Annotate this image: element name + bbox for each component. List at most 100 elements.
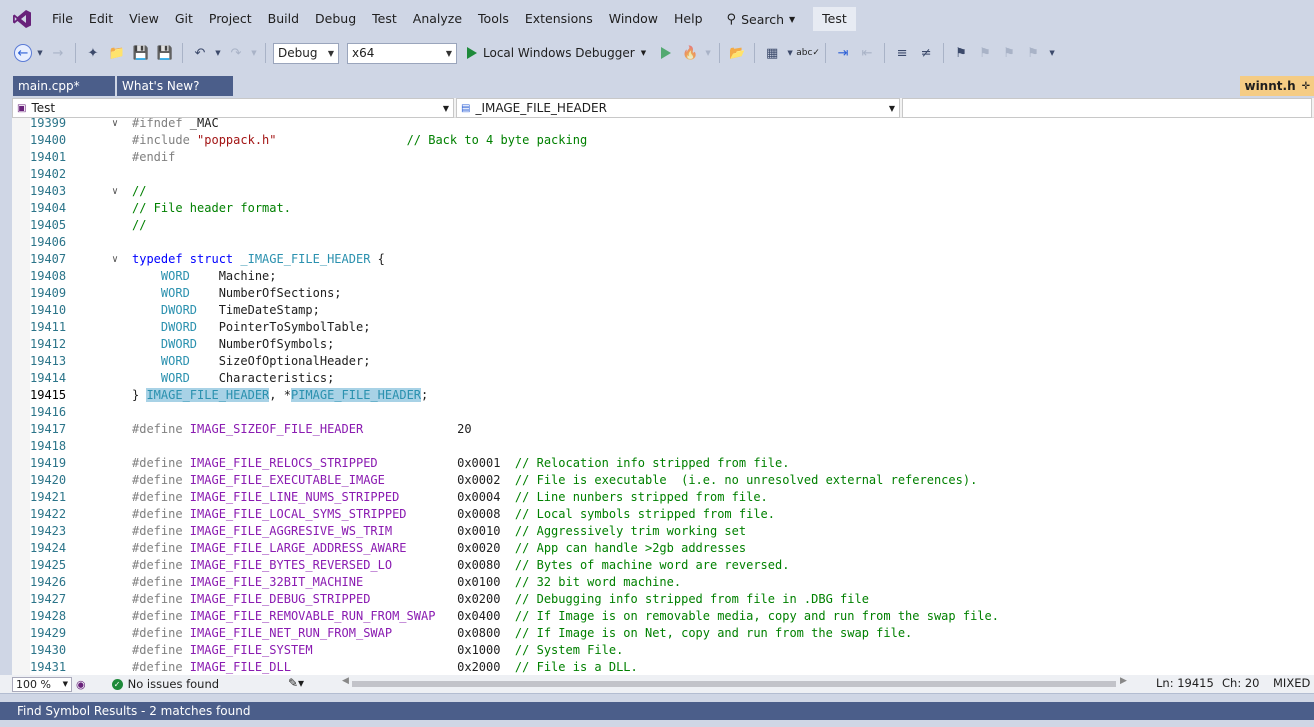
step-into-icon[interactable]: ⇥ <box>833 43 853 63</box>
code-editor[interactable]: 19399 ∨ #ifndef _MAC 19400 #include "poppack… <box>12 118 1314 675</box>
horizontal-scrollbar[interactable]: ◀ ▶ <box>340 676 1130 690</box>
clear-bookmarks-icon[interactable]: ⚑ <box>1023 43 1043 63</box>
next-bookmark-icon[interactable]: ⚑ <box>999 43 1019 63</box>
collapse-icon[interactable]: ∨ <box>112 118 124 132</box>
uncomment-icon[interactable]: ≠ <box>916 43 936 63</box>
code-line[interactable]: 19401 #endif <box>12 149 1314 166</box>
search-button[interactable]: ⚲ Search ▼ <box>719 7 804 31</box>
save-icon[interactable]: 💾 <box>131 43 151 63</box>
menu-tools[interactable]: Tools <box>470 7 517 31</box>
code-line[interactable]: 19410 DWORD TimeDateStamp; <box>12 302 1314 319</box>
code-line[interactable]: 19420 #define IMAGE_FILE_EXECUTABLE_IMAGE… <box>12 472 1314 489</box>
code-line[interactable]: 19402 <box>12 166 1314 183</box>
back-dropdown-icon[interactable]: ▼ <box>36 43 44 63</box>
code-line[interactable]: 19431 #define IMAGE_FILE_DLL 0x2000 // Fi… <box>12 659 1314 675</box>
code-line[interactable]: 19404 // File header format. <box>12 200 1314 217</box>
layout-dropdown-icon[interactable]: ▼ <box>786 43 794 63</box>
tab-whats-new[interactable]: What's New? <box>117 76 233 96</box>
menu-file[interactable]: File <box>44 7 81 31</box>
redo-icon[interactable]: ↷ <box>226 43 246 63</box>
code-line[interactable]: 19412 DWORD NumberOfSymbols; <box>12 336 1314 353</box>
code-line[interactable]: 19409 WORD NumberOfSections; <box>12 285 1314 302</box>
code-line[interactable]: 19418 <box>12 438 1314 455</box>
tab-main-cpp[interactable]: main.cpp* <box>13 76 115 96</box>
collapse-icon[interactable]: ∨ <box>112 183 124 200</box>
menu-edit[interactable]: Edit <box>81 7 121 31</box>
code-line[interactable]: 19413 WORD SizeOfOptionalHeader; <box>12 353 1314 370</box>
code-line[interactable]: 19430 #define IMAGE_FILE_SYSTEM 0x1000 //… <box>12 642 1314 659</box>
undo-icon[interactable]: ↶ <box>190 43 210 63</box>
code-line[interactable]: 19415} IMAGE_FILE_HEADER, *PIMAGE_FILE_H… <box>12 387 1314 404</box>
platform-select[interactable]: x64 ▼ <box>347 42 457 64</box>
menu-test[interactable]: Test <box>364 7 405 31</box>
start-debugging-button[interactable]: Local Windows Debugger ▼ <box>461 42 652 64</box>
undo-dropdown-icon[interactable]: ▼ <box>214 43 222 63</box>
collapse-icon[interactable]: ∨ <box>112 251 124 268</box>
code-line[interactable]: 19417 #define IMAGE_SIZEOF_FILE_HEADER 20 <box>12 421 1314 438</box>
code-line[interactable]: 19426 #define IMAGE_FILE_32BIT_MACHINE 0x… <box>12 574 1314 591</box>
code-line[interactable]: 19422 #define IMAGE_FILE_LOCAL_SYMS_STRIP… <box>12 506 1314 523</box>
menu-window[interactable]: Window <box>601 7 666 31</box>
code-line[interactable]: 19406 <box>12 234 1314 251</box>
hot-reload-dropdown-icon[interactable]: ▼ <box>704 43 712 63</box>
line-endings[interactable]: MIXED <box>1273 676 1310 690</box>
menu-help[interactable]: Help <box>666 7 711 31</box>
member-dropdown[interactable] <box>902 98 1312 118</box>
issues-indicator[interactable]: ✓ No issues found <box>111 677 219 691</box>
code-line[interactable]: 19407 ∨ typedef struct _IMAGE_FILE_HEADER … <box>12 251 1314 268</box>
code-line[interactable]: 19428 #define IMAGE_FILE_REMOVABLE_RUN_FR… <box>12 608 1314 625</box>
browse-icon[interactable]: 📂 <box>727 43 747 63</box>
redo-dropdown-icon[interactable]: ▼ <box>250 43 258 63</box>
prev-bookmark-icon[interactable]: ⚑ <box>975 43 995 63</box>
code-line[interactable]: 19403 ∨ // <box>12 183 1314 200</box>
window-layout-icon[interactable]: ▦ <box>762 43 782 63</box>
scrollbar-thumb[interactable] <box>352 681 1116 687</box>
code-line[interactable]: 19429 #define IMAGE_FILE_NET_RUN_FROM_SWA… <box>12 625 1314 642</box>
symbol-dropdown[interactable]: ▤ _IMAGE_FILE_HEADER ▼ <box>456 98 900 118</box>
menu-build[interactable]: Build <box>260 7 307 31</box>
code-line[interactable]: 19399 ∨ #ifndef _MAC <box>12 118 1314 132</box>
code-line[interactable]: 19416 <box>12 404 1314 421</box>
pin-icon[interactable]: ✛ <box>1302 81 1310 92</box>
scroll-right-icon[interactable]: ▶ <box>1120 676 1127 686</box>
menu-view[interactable]: View <box>121 7 167 31</box>
code-line[interactable]: 19405 // <box>12 217 1314 234</box>
hot-reload-icon[interactable]: 🔥 <box>680 43 700 63</box>
new-project-icon[interactable]: ✦ <box>83 43 103 63</box>
code-line[interactable]: 19421 #define IMAGE_FILE_LINE_NUMS_STRIPP… <box>12 489 1314 506</box>
cleanup-icon[interactable]: ✎▾ <box>288 676 304 690</box>
code-line[interactable]: 19419 #define IMAGE_FILE_RELOCS_STRIPPED … <box>12 455 1314 472</box>
menu-analyze[interactable]: Analyze <box>405 7 470 31</box>
save-all-icon[interactable]: 💾 <box>155 43 175 63</box>
column-number[interactable]: Ch: 20 <box>1222 676 1259 690</box>
open-folder-icon[interactable]: 📁 <box>107 43 127 63</box>
visual-studio-logo-icon[interactable] <box>0 0 44 38</box>
line-number[interactable]: Ln: 19415 <box>1156 676 1214 690</box>
scroll-left-icon[interactable]: ◀ <box>342 676 349 686</box>
code-line[interactable]: 19400 #include "poppack.h" // Back to 4 b… <box>12 132 1314 149</box>
zoom-select[interactable]: 100 % ▼ <box>12 676 72 692</box>
back-icon[interactable]: ← <box>14 44 32 62</box>
code-line[interactable]: 19408 WORD Machine; <box>12 268 1314 285</box>
menu-extensions[interactable]: Extensions <box>517 7 601 31</box>
comment-icon[interactable]: ≡ <box>892 43 912 63</box>
menu-git[interactable]: Git <box>167 7 201 31</box>
forward-icon[interactable]: → <box>48 43 68 63</box>
code-line[interactable]: 19423 #define IMAGE_FILE_AGGRESIVE_WS_TRI… <box>12 523 1314 540</box>
tab-winnt-h[interactable]: winnt.h ✛ <box>1240 76 1314 96</box>
start-without-debugging-icon[interactable] <box>656 43 676 63</box>
find-symbol-results-tab[interactable]: Find Symbol Results - 2 matches found <box>0 702 1314 720</box>
step-over-icon[interactable]: ⇤ <box>857 43 877 63</box>
code-line[interactable]: 19414 WORD Characteristics; <box>12 370 1314 387</box>
project-dropdown[interactable]: ▣ Test ▼ <box>12 98 454 118</box>
menu-project[interactable]: Project <box>201 7 260 31</box>
bookmark-icon[interactable]: ⚑ <box>951 43 971 63</box>
configuration-select[interactable]: Debug ▼ <box>273 42 339 64</box>
code-line[interactable]: 19427 #define IMAGE_FILE_DEBUG_STRIPPED 0… <box>12 591 1314 608</box>
toolbar-overflow-icon[interactable]: ▼ <box>1047 43 1057 63</box>
code-line[interactable]: 19424 #define IMAGE_FILE_LARGE_ADDRESS_AW… <box>12 540 1314 557</box>
code-line[interactable]: 19425 #define IMAGE_FILE_BYTES_REVERSED_L… <box>12 557 1314 574</box>
copilot-icon[interactable]: ◉ <box>76 678 86 691</box>
menu-debug[interactable]: Debug <box>307 7 364 31</box>
spell-check-icon[interactable]: abc✓ <box>796 43 820 63</box>
